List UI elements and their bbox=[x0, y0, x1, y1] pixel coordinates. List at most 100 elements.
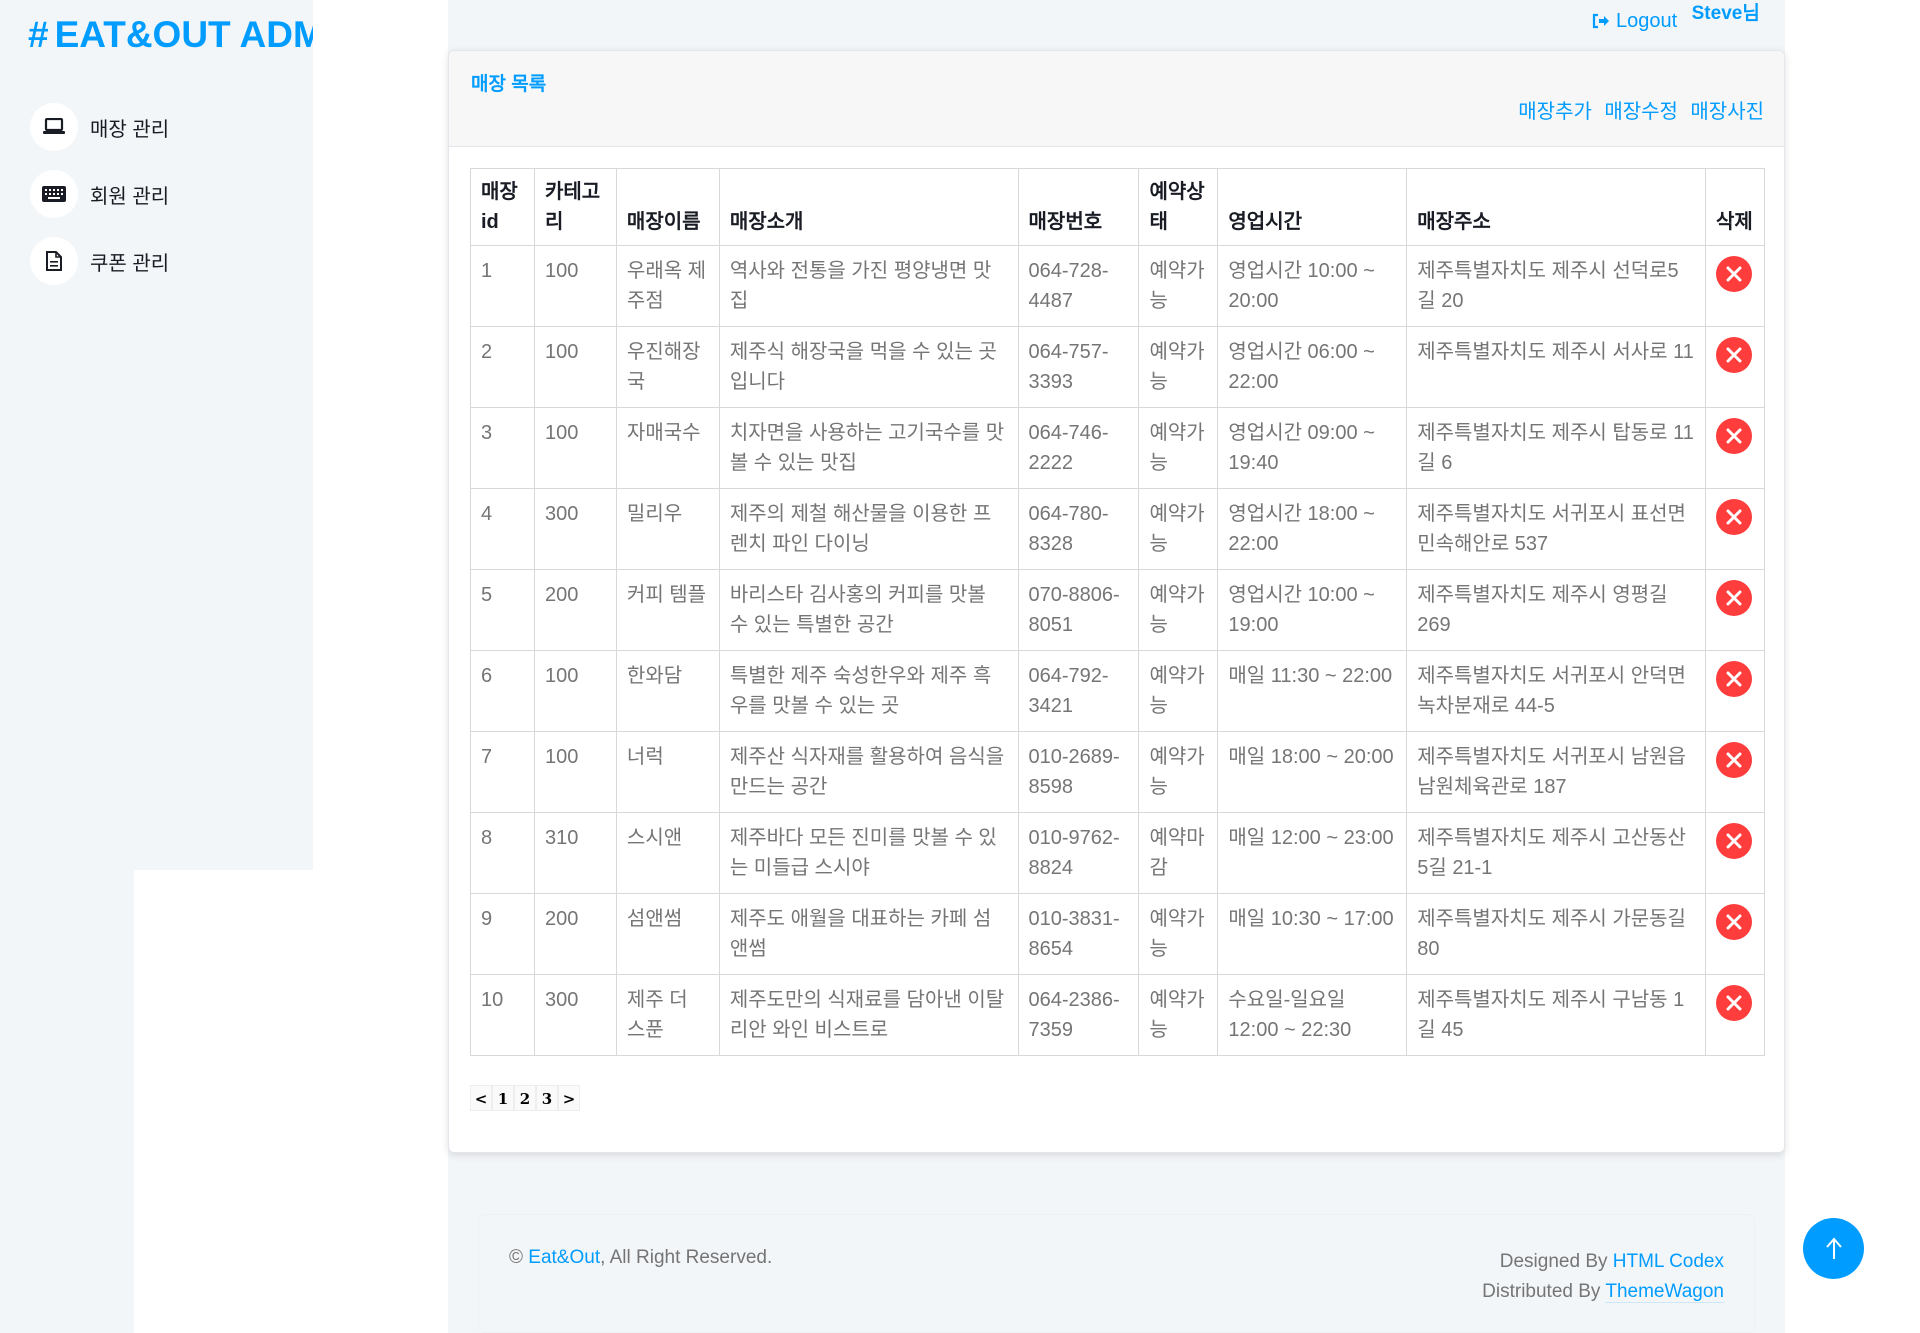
table-cell: 매일 10:30 ~ 17:00 bbox=[1217, 893, 1408, 975]
pagination-page-2[interactable]: 2 bbox=[514, 1085, 536, 1111]
topbar: Logout Steve님 bbox=[1592, 3, 1760, 44]
table-cell: 예약가능 bbox=[1138, 650, 1219, 732]
table-row: 5 200 커피 템플 바리스타 김사홍의 커피를 맛볼 수 있는 특별한 공간 070… bbox=[470, 569, 1766, 651]
table-cell: 4 bbox=[470, 488, 535, 570]
table-cell: 제주도만의 식재료를 담아낸 이탈리안 와인 비스트로 bbox=[718, 974, 1019, 1056]
copyright-symbol: © bbox=[509, 1247, 523, 1268]
table-cell: 치자면을 사용하는 고기국수를 맛볼 수 있는 맛집 bbox=[718, 407, 1019, 489]
table-cell bbox=[1704, 569, 1766, 651]
table-cell: 010-3831-8654 bbox=[1017, 893, 1140, 975]
designer-link[interactable]: HTML Codex bbox=[1613, 1251, 1724, 1272]
table-cell: 예약가능 bbox=[1138, 326, 1219, 408]
table-cell: 바리스타 김사홍의 커피를 맛볼 수 있는 특별한 공간 bbox=[718, 569, 1019, 651]
logout-button[interactable]: Logout bbox=[1592, 10, 1677, 33]
table-cell: 예약가능 bbox=[1138, 569, 1219, 651]
close-icon bbox=[1726, 833, 1742, 849]
table-cell: 예약마감 bbox=[1138, 812, 1219, 894]
sidebar-item-coupon-management[interactable]: 쿠폰 관리 bbox=[30, 236, 169, 286]
designed-by-text: Designed By bbox=[1499, 1251, 1608, 1272]
table-cell: 너럭 bbox=[615, 731, 720, 813]
store-list-card: 매장 목록 매장추가 매장수정 매장사진 매장id 카테고리 매장이름 매장소개… bbox=[448, 50, 1785, 1153]
delete-store-button[interactable] bbox=[1715, 580, 1752, 616]
table-cell: 064-2386-7359 bbox=[1017, 974, 1140, 1056]
footer: © Eat&Out, All Right Reserved. Designed … bbox=[478, 1214, 1755, 1333]
table-cell: 7 bbox=[470, 731, 535, 813]
column-header: 예약상태 bbox=[1138, 168, 1219, 246]
hash-icon: # bbox=[28, 14, 49, 55]
close-icon bbox=[1726, 266, 1742, 282]
table-cell: 매일 18:00 ~ 20:00 bbox=[1217, 731, 1408, 813]
table-cell bbox=[1704, 488, 1766, 570]
table-cell: 예약가능 bbox=[1138, 245, 1219, 327]
table-cell: 2 bbox=[470, 326, 535, 408]
delete-store-button[interactable] bbox=[1715, 418, 1752, 454]
close-icon bbox=[1726, 995, 1742, 1011]
pagination-prev[interactable]: < bbox=[470, 1085, 492, 1111]
table-cell: 영업시간 18:00 ~ 22:00 bbox=[1217, 488, 1408, 570]
table-cell: 제주산 식자재를 활용하여 음식을 만드는 공간 bbox=[718, 731, 1019, 813]
table-cell: 영업시간 06:00 ~ 22:00 bbox=[1217, 326, 1408, 408]
site-link[interactable]: Eat&Out bbox=[528, 1247, 600, 1268]
table-cell bbox=[1704, 245, 1766, 327]
pagination-page-1[interactable]: 1 bbox=[492, 1085, 514, 1111]
add-store-link[interactable]: 매장추가 bbox=[1518, 101, 1592, 123]
distributed-by-text: Distributed By bbox=[1482, 1281, 1601, 1302]
rights-text: , All Right Reserved. bbox=[600, 1247, 773, 1268]
pagination-next[interactable]: > bbox=[558, 1085, 580, 1111]
delete-store-button[interactable] bbox=[1715, 904, 1752, 940]
table-cell: 310 bbox=[533, 812, 617, 894]
table-cell: 제주특별자치도 제주시 고산동산 5길 21-1 bbox=[1406, 812, 1706, 894]
footer-credits: Designed By HTML Codex Distributed By Th… bbox=[1482, 1247, 1724, 1307]
table-cell: 제주특별자치도 서귀포시 표선면 민속해안로 537 bbox=[1406, 488, 1706, 570]
edit-store-link[interactable]: 매장수정 bbox=[1604, 101, 1678, 123]
table-cell bbox=[1704, 893, 1766, 975]
delete-store-button[interactable] bbox=[1715, 661, 1752, 697]
pagination: < 1 2 3 > bbox=[470, 1085, 580, 1111]
table-cell: 6 bbox=[470, 650, 535, 732]
keyboard-icon bbox=[30, 170, 78, 218]
table-cell: 100 bbox=[533, 407, 617, 489]
table-cell: 070-8806-8051 bbox=[1017, 569, 1140, 651]
pagination-page-3[interactable]: 3 bbox=[536, 1085, 558, 1111]
delete-store-button[interactable] bbox=[1715, 985, 1752, 1021]
table-cell: 064-757-3393 bbox=[1017, 326, 1140, 408]
delete-store-button[interactable] bbox=[1715, 337, 1752, 373]
delete-store-button[interactable] bbox=[1715, 499, 1752, 535]
table-cell: 제주바다 모든 진미를 맛볼 수 있는 미들급 스시야 bbox=[718, 812, 1019, 894]
delete-store-button[interactable] bbox=[1715, 823, 1752, 859]
column-header: 매장이름 bbox=[615, 168, 720, 246]
table-cell: 섬앤썸 bbox=[615, 893, 720, 975]
table-cell: 예약가능 bbox=[1138, 407, 1219, 489]
sidebar-item-store-management[interactable]: 매장 관리 bbox=[30, 102, 169, 152]
sidebar-item-member-management[interactable]: 회원 관리 bbox=[30, 169, 169, 219]
table-row: 7 100 너럭 제주산 식자재를 활용하여 음식을 만드는 공간 010-2689-8… bbox=[470, 731, 1766, 813]
table-cell: 예약가능 bbox=[1138, 731, 1219, 813]
distributor-link[interactable]: ThemeWagon bbox=[1605, 1281, 1724, 1303]
logout-label: Logout bbox=[1616, 9, 1678, 32]
column-header: 카테고리 bbox=[533, 168, 617, 246]
table-row: 9 200 섬앤썸 제주도 애월을 대표하는 카페 섬앤썸 010-3831-8654 예… bbox=[470, 893, 1766, 975]
table-cell: 한와담 bbox=[615, 650, 720, 732]
table-row: 4 300 밀리우 제주의 제철 해산물을 이용한 프렌치 파인 다이닝 064-780… bbox=[470, 488, 1766, 570]
store-table: 매장id 카테고리 매장이름 매장소개 매장번호 예약상태 영업시간 매장주소 … bbox=[470, 168, 1766, 1056]
card-actions: 매장추가 매장수정 매장사진 bbox=[1510, 95, 1764, 124]
brand-logo[interactable]: # EAT&OUT ADM bbox=[28, 14, 313, 56]
close-icon bbox=[1726, 509, 1742, 525]
delete-store-button[interactable] bbox=[1715, 256, 1752, 292]
delete-store-button[interactable] bbox=[1715, 742, 1752, 778]
arrow-up-icon bbox=[1825, 1236, 1842, 1259]
close-icon bbox=[1726, 914, 1742, 930]
back-to-top-button[interactable] bbox=[1803, 1218, 1864, 1279]
column-header: 삭제 bbox=[1704, 168, 1766, 246]
table-row: 1 100 우래옥 제주점 역사와 전통을 가진 평양냉면 맛집 064-728-448… bbox=[470, 245, 1766, 327]
store-photo-link[interactable]: 매장사진 bbox=[1690, 101, 1764, 123]
table-cell: 제주식 해장국을 먹을 수 있는 곳입니다 bbox=[718, 326, 1019, 408]
table-cell: 제주특별자치도 서귀포시 안덕면 녹차분재로 44-5 bbox=[1406, 650, 1706, 732]
table-cell bbox=[1704, 974, 1766, 1056]
table-cell: 특별한 제주 숙성한우와 제주 흑우를 맛볼 수 있는 곳 bbox=[718, 650, 1019, 732]
sidebar-nav: 매장 관리 회원 관리 쿠폰 관리 bbox=[30, 102, 169, 303]
table-cell: 우래옥 제주점 bbox=[615, 245, 720, 327]
table-cell: 064-780-8328 bbox=[1017, 488, 1140, 570]
sidebar-item-label: 쿠폰 관리 bbox=[90, 252, 170, 275]
close-icon bbox=[1726, 347, 1742, 363]
